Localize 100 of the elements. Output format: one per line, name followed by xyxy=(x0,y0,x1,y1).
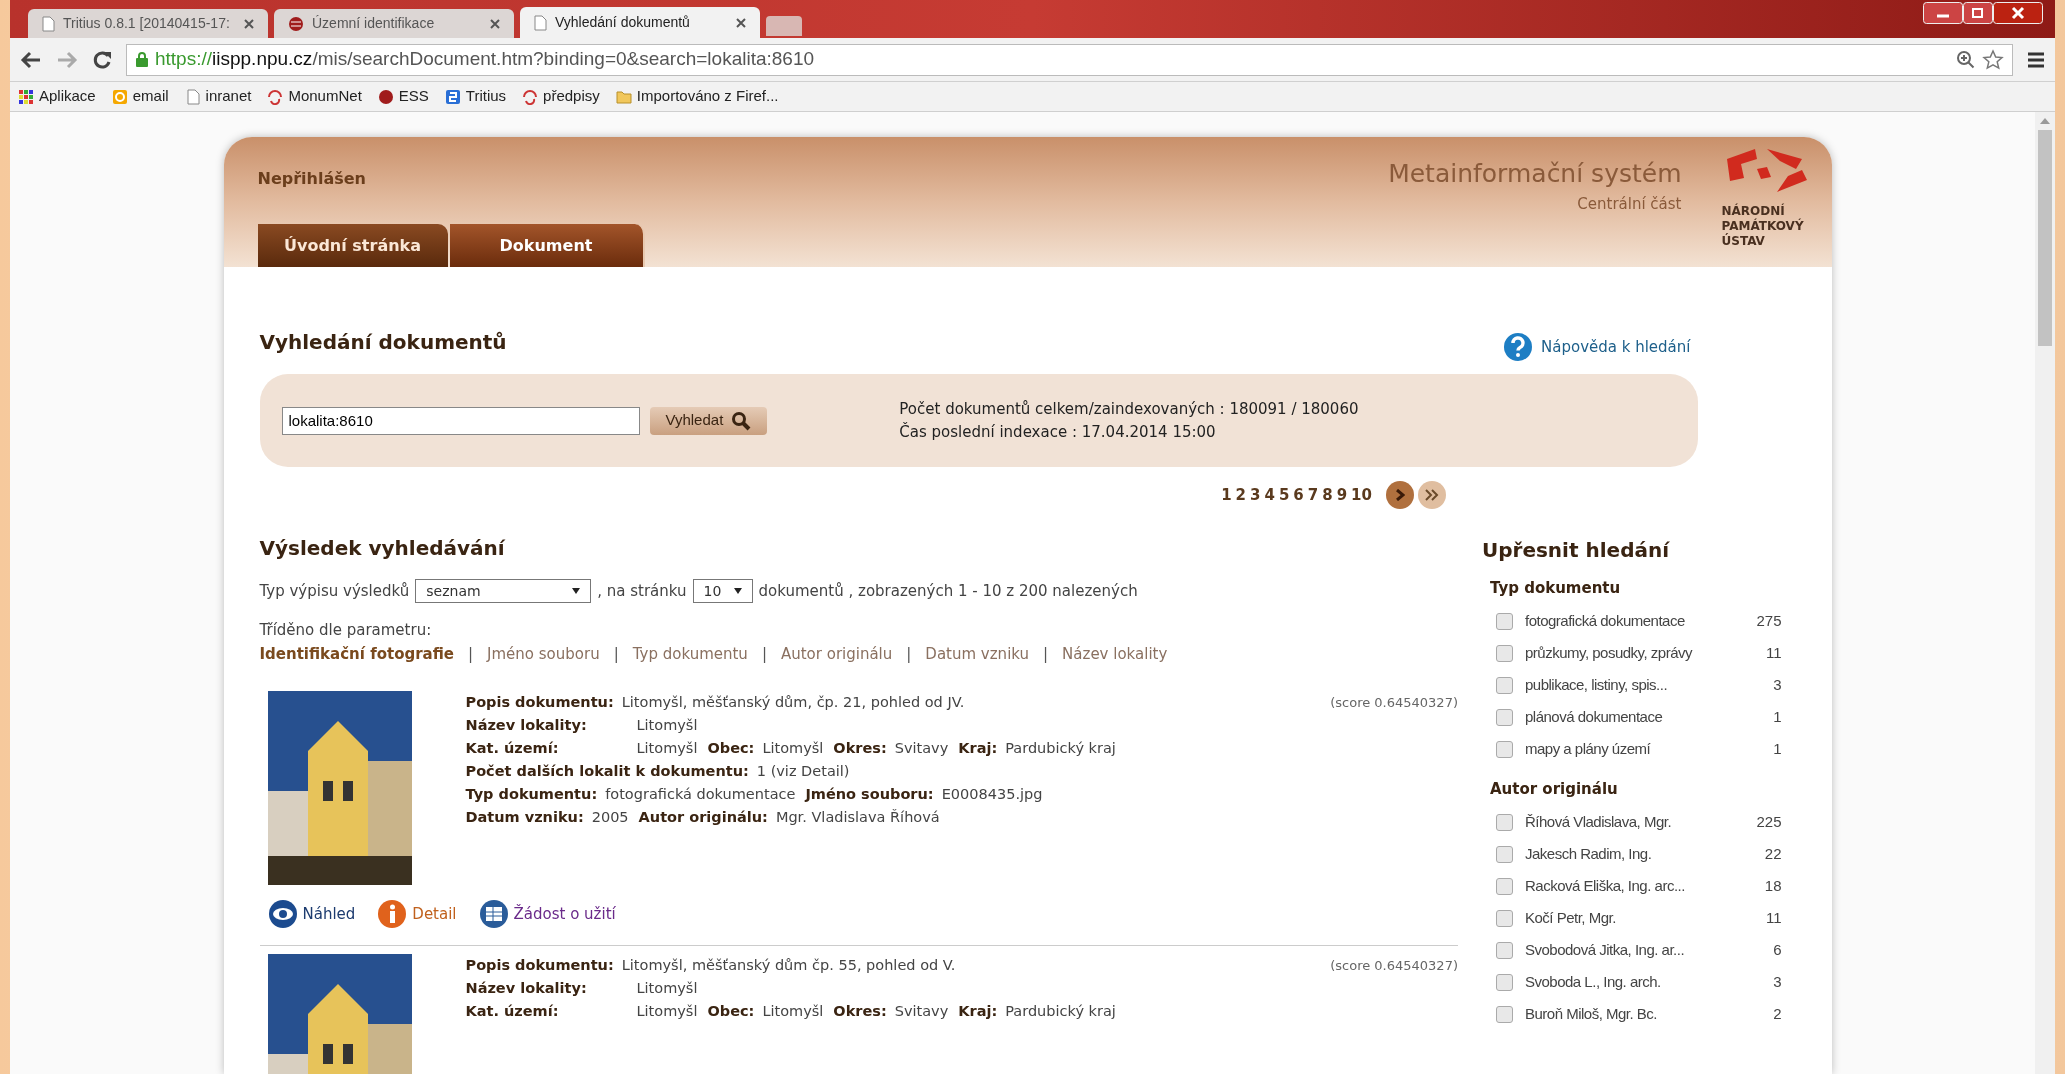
page-link[interactable]: 7 xyxy=(1307,483,1319,507)
checkbox[interactable] xyxy=(1496,973,1513,991)
apps-icon xyxy=(18,88,34,105)
page-link[interactable]: 5 xyxy=(1278,483,1290,507)
filter-option[interactable]: průzkumy, posudky, zprávy xyxy=(1525,642,1692,665)
filter-option[interactable]: Racková Eliška, Ing. arc... xyxy=(1525,874,1685,898)
filter-option[interactable]: Jakesch Radim, Ing. xyxy=(1525,842,1652,866)
browser-tab[interactable]: Územní identifikace xyxy=(274,9,514,38)
filter-option[interactable]: Svoboda L., Ing. arch. xyxy=(1525,970,1661,994)
restore-icon[interactable] xyxy=(1963,2,1993,24)
help-link[interactable]: Nápověda k hledání xyxy=(1503,332,1691,362)
section-heading: Výsledek vyhledávání xyxy=(259,535,506,562)
reload-icon[interactable] xyxy=(92,49,112,70)
scroll-up-icon[interactable] xyxy=(2040,118,2050,124)
nav-tab[interactable]: Úvodní stránka xyxy=(257,224,448,267)
field-label: Počet dalších lokalit k dokumentu: xyxy=(465,762,749,781)
sort-label: Tříděno dle parametru: xyxy=(259,620,433,641)
bookmark[interactable]: Importováno z Firef... xyxy=(615,85,779,108)
field-label: Typ dokumentu: xyxy=(465,785,598,804)
filter-option[interactable]: fotografická dokumentace xyxy=(1525,610,1685,633)
mail-icon xyxy=(111,88,128,105)
globe-icon xyxy=(288,15,304,32)
close-icon[interactable] xyxy=(736,17,746,28)
action-link[interactable]: Detail xyxy=(377,899,457,929)
page-link[interactable]: 1 xyxy=(1221,483,1232,507)
checkbox[interactable] xyxy=(1496,709,1513,726)
checkbox[interactable] xyxy=(1496,877,1513,895)
sort-link[interactable]: Typ dokumentu xyxy=(632,642,748,665)
action-link[interactable]: Žádost o užití xyxy=(478,899,616,929)
page-link[interactable]: 8 xyxy=(1322,483,1333,507)
filter-option[interactable]: Svobodová Jitka, Ing. ar... xyxy=(1525,938,1685,962)
search-field[interactable]: lokalita:8610 xyxy=(281,406,640,435)
nav-tab[interactable]: Dokument xyxy=(449,224,645,267)
bookmark[interactable]: MonumNet xyxy=(267,85,362,108)
checkbox[interactable] xyxy=(1496,677,1513,694)
last-page-button[interactable] xyxy=(1418,481,1446,509)
bookmark[interactable]: Tritius xyxy=(444,85,507,108)
checkbox[interactable] xyxy=(1496,1005,1513,1023)
sort-link[interactable]: Autor originálu xyxy=(780,642,893,665)
back-icon[interactable] xyxy=(20,50,42,69)
forward-icon[interactable] xyxy=(56,50,78,69)
filter-option[interactable]: publikace, listiny, spis... xyxy=(1525,674,1668,697)
page-link[interactable]: 2 xyxy=(1235,483,1247,507)
bookmark[interactable]: ESS xyxy=(377,85,429,108)
filter-option[interactable]: mapy a plány území xyxy=(1525,738,1651,761)
page-icon xyxy=(184,88,201,105)
filter-option[interactable]: Buroň Miloš, Mgr. Bc. xyxy=(1525,1002,1658,1026)
field-label: Datum vzniku: xyxy=(465,808,584,827)
close-icon[interactable] xyxy=(490,18,500,29)
separator: | xyxy=(613,643,619,665)
sort-link[interactable]: Datum vzniku xyxy=(925,642,1030,665)
page-link[interactable]: 9 xyxy=(1336,483,1348,507)
browser-tab[interactable]: Vyhledání dokumentů xyxy=(520,7,760,38)
bookmark[interactable]: předpisy xyxy=(522,85,600,108)
star-icon[interactable] xyxy=(1982,48,2004,71)
bookmark[interactable]: inranet xyxy=(184,85,252,108)
page-link[interactable]: 6 xyxy=(1293,483,1304,507)
next-page-button[interactable] xyxy=(1386,481,1414,509)
filter-option[interactable]: Kočí Petr, Mgr. xyxy=(1525,906,1616,930)
checkbox[interactable] xyxy=(1496,613,1513,630)
zoom-icon[interactable] xyxy=(1956,49,1976,70)
sort-link[interactable]: Název lokality xyxy=(1062,642,1168,665)
page-link[interactable]: 10 xyxy=(1351,483,1372,507)
filter-count: 275 xyxy=(1756,611,1782,632)
action-link[interactable]: Náhled xyxy=(267,899,356,929)
listing-select[interactable]: seznam xyxy=(415,579,592,603)
scroll-thumb[interactable] xyxy=(2038,130,2052,346)
field-label: Kraj: xyxy=(958,1002,998,1021)
bookmark[interactable]: email xyxy=(111,85,169,108)
checkbox[interactable] xyxy=(1496,741,1513,758)
field-value: Litomyšl xyxy=(762,1002,824,1021)
dropdown-arrow-icon xyxy=(733,588,742,594)
checkbox[interactable] xyxy=(1496,845,1513,863)
browser-tab[interactable]: Tritius 0.8.1 [20140415-17: xyxy=(28,9,268,38)
checkbox[interactable] xyxy=(1496,941,1513,959)
page-link[interactable]: 4 xyxy=(1264,483,1275,507)
photo-placeholder[interactable] xyxy=(267,691,412,885)
sort-link[interactable]: Identifikační fotografie xyxy=(259,642,454,665)
checkbox[interactable] xyxy=(1496,645,1513,662)
per-page-select[interactable]: 10 xyxy=(692,579,753,603)
scrollbar[interactable] xyxy=(2035,112,2055,1074)
minimize-icon[interactable] xyxy=(1923,2,1963,24)
filter-option[interactable]: plánová dokumentace xyxy=(1525,706,1663,729)
checkbox[interactable] xyxy=(1496,909,1513,927)
checkbox[interactable] xyxy=(1496,813,1513,831)
field-value: Pardubický kraj xyxy=(1005,739,1116,758)
address-field[interactable]: https://iispp.npu.cz/mis/searchDocument.htm?binding=0&search=lokalita:8610 xyxy=(126,43,2013,76)
close-window-icon[interactable] xyxy=(1993,2,2043,24)
bookmark[interactable]: Aplikace xyxy=(18,85,96,108)
separator: | xyxy=(906,643,912,665)
page-link[interactable]: 3 xyxy=(1250,483,1261,507)
close-icon[interactable] xyxy=(244,18,254,29)
filter-option[interactable]: Říhová Vladislava, Mgr. xyxy=(1525,810,1672,834)
tab-title: Územní identifikace xyxy=(312,14,436,33)
search-icon xyxy=(731,410,752,431)
menu-icon[interactable] xyxy=(2027,51,2045,68)
search-button[interactable]: Vyhledat xyxy=(649,406,768,435)
help-icon xyxy=(1503,332,1534,362)
sort-link[interactable]: Jméno souboru xyxy=(487,642,600,665)
results-summary: dokumentů , zobrazených 1 - 10 z 200 nalezených xyxy=(758,580,1138,602)
